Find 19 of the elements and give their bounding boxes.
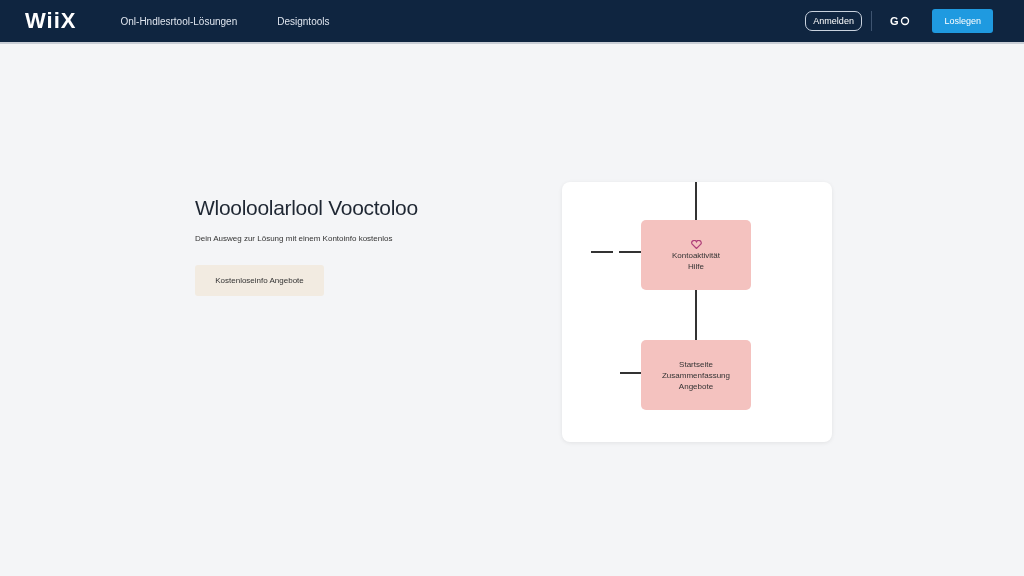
logo[interactable]: WiiX xyxy=(25,8,77,34)
login-button[interactable]: Anmelden xyxy=(805,11,862,31)
hero-subtitle: Dein Ausweg zur Lösung mit einem Kontoinfo kostenlos xyxy=(195,234,393,243)
node-text: Kontoaktivität xyxy=(672,250,720,260)
node-text: Hilfe xyxy=(688,261,704,271)
language-button[interactable]: G xyxy=(889,15,911,27)
node-text: Zusammenfassung xyxy=(662,370,730,380)
connector-line xyxy=(695,290,697,340)
nav-link[interactable]: Onl-Hndlesrtool-Lösungen xyxy=(120,15,238,27)
connector-line xyxy=(620,372,641,374)
connector-line xyxy=(695,182,697,220)
node-text: Startseite xyxy=(679,359,713,369)
connector-line xyxy=(591,251,613,253)
hero-heading: Wlooloolarlool Vooctoloo xyxy=(195,196,418,220)
heart-icon xyxy=(690,239,702,249)
hero-button[interactable]: Kostenloseinfo Angebote xyxy=(195,265,324,296)
nav-link[interactable]: Designtools xyxy=(277,15,330,27)
node-text: Angebote xyxy=(678,381,714,391)
connector-line xyxy=(619,251,641,253)
